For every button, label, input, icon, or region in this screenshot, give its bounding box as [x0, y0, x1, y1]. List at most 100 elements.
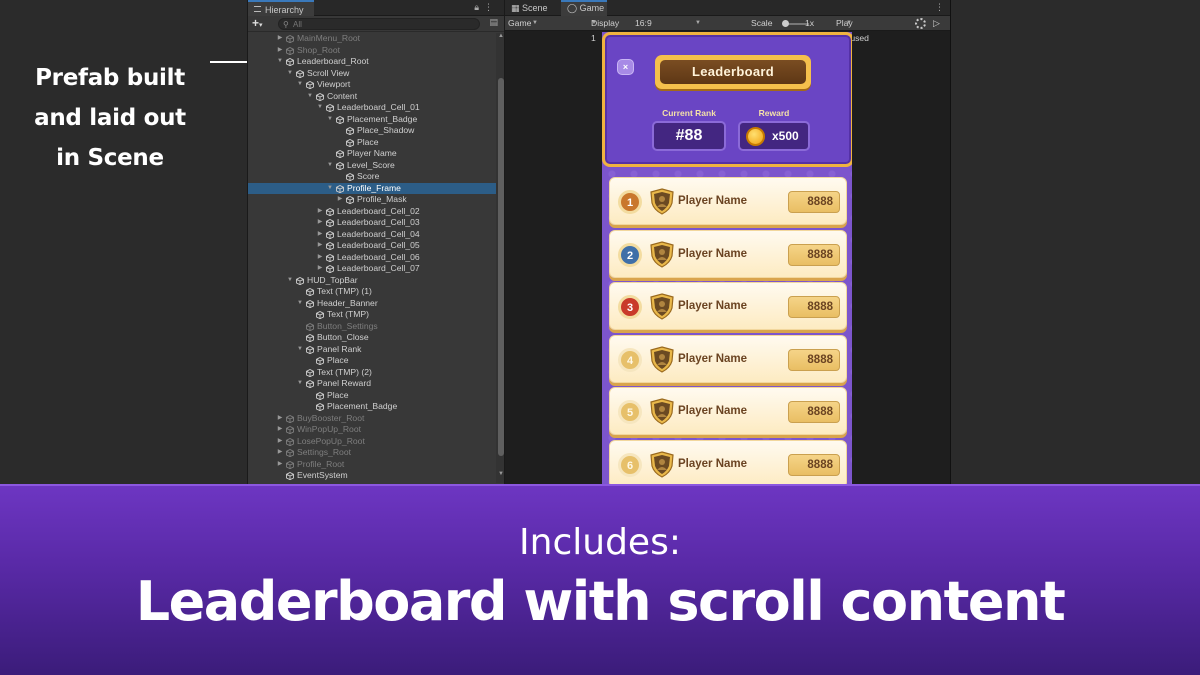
leaderboard-cell[interactable]: 6 Player Name 8888	[609, 439, 847, 484]
hierarchy-item[interactable]: ▼ Content	[248, 91, 496, 103]
hierarchy-item[interactable]: ▶ Leaderboard_Cell_03	[248, 217, 496, 229]
collapse-arrow-icon[interactable]: ▶	[316, 263, 324, 275]
collapse-arrow-icon[interactable]: ▶	[316, 252, 324, 264]
hierarchy-item[interactable]: Button_Settings	[248, 321, 496, 333]
hierarchy-item[interactable]: ▼ Panel Reward	[248, 378, 496, 390]
hierarchy-item[interactable]: ▶ MainMenu_Root	[248, 33, 496, 45]
expand-arrow-icon[interactable]: ▼	[296, 344, 304, 356]
expand-arrow-icon[interactable]: ▼	[296, 298, 304, 310]
collapse-arrow-icon[interactable]: ▶	[336, 194, 344, 206]
expand-arrow-icon[interactable]: ▼	[326, 160, 334, 172]
collapse-arrow-icon[interactable]: ▶	[276, 45, 284, 57]
collapse-arrow-icon[interactable]: ▶	[276, 447, 284, 459]
hierarchy-item[interactable]: Text (TMP)	[248, 309, 496, 321]
leaderboard-cell[interactable]: 2 Player Name 8888	[609, 229, 847, 278]
hierarchy-item[interactable]: Place	[248, 390, 496, 402]
close-button[interactable]: ×	[617, 59, 634, 75]
gameobject-cube-icon	[326, 242, 334, 250]
hierarchy-item-label: BuyBooster_Root	[297, 412, 365, 423]
leaderboard-cell[interactable]: 5 Player Name 8888	[609, 387, 847, 435]
hierarchy-item[interactable]: ▼ Leaderboard_Cell_01	[248, 102, 496, 114]
collapse-arrow-icon[interactable]: ▶	[316, 217, 324, 229]
scale-slider-handle[interactable]	[782, 20, 789, 27]
expand-arrow-icon[interactable]: ▼	[276, 56, 284, 68]
collapse-arrow-icon[interactable]: ▶	[276, 413, 284, 425]
scene-visibility-icon[interactable]: ▤	[489, 17, 498, 28]
hierarchy-item-label: Score	[357, 171, 380, 181]
hierarchy-item[interactable]: ▼ Viewport	[248, 79, 496, 91]
hierarchy-item[interactable]: ▶ Profile_Mask	[248, 194, 496, 206]
hierarchy-item[interactable]: Score	[248, 171, 496, 183]
hierarchy-item[interactable]: ▶ Leaderboard_Cell_02	[248, 206, 496, 218]
expand-arrow-icon[interactable]: ▼	[286, 68, 294, 80]
leaderboard-cell[interactable]: 1 Player Name 8888	[609, 177, 847, 225]
hierarchy-item[interactable]: ▼ Placement_Badge	[248, 114, 496, 126]
hierarchy-item-label: Text (TMP) (2)	[317, 366, 372, 377]
hierarchy-item[interactable]: ▶ Leaderboard_Cell_06	[248, 252, 496, 264]
add-object-button[interactable]: +▾	[252, 17, 263, 32]
expand-arrow-icon[interactable]: ▼	[316, 102, 324, 114]
hierarchy-item[interactable]: ▶ Leaderboard_Cell_07	[248, 263, 496, 275]
hierarchy-item[interactable]: ▼ Scroll View	[248, 68, 496, 80]
speaker-icon[interactable]: ▷	[933, 16, 940, 31]
collapse-arrow-icon[interactable]: ▶	[276, 424, 284, 436]
hierarchy-item[interactable]: ▶ Leaderboard_Cell_04	[248, 229, 496, 241]
hierarchy-item-label: Leaderboard_Cell_02	[337, 205, 420, 216]
tab-scene[interactable]: ▦ Scene	[505, 0, 561, 16]
gear-icon[interactable]	[915, 18, 926, 29]
collapse-arrow-icon[interactable]: ▶	[316, 206, 324, 218]
hierarchy-item[interactable]: Player Name	[248, 148, 496, 160]
expand-arrow-icon[interactable]: ▼	[296, 79, 304, 91]
leaderboard-cell[interactable]: 4 Player Name 8888	[609, 334, 847, 383]
hierarchy-search-input[interactable]: ⚲ All	[278, 18, 480, 30]
collapse-arrow-icon[interactable]: ▶	[276, 459, 284, 471]
hierarchy-item[interactable]: ▶ Leaderboard_Cell_05	[248, 240, 496, 252]
hierarchy-item[interactable]: Text (TMP) (1)	[248, 286, 496, 298]
expand-arrow-icon[interactable]: ▼	[286, 275, 294, 287]
hierarchy-item-label: Leaderboard_Cell_06	[337, 251, 420, 262]
collapse-arrow-icon[interactable]: ▶	[276, 33, 284, 45]
hierarchy-item[interactable]: Place	[248, 137, 496, 149]
hierarchy-item[interactable]: ▶ LosePopUp_Root	[248, 436, 496, 448]
hierarchy-item[interactable]: ▶ WinPopUp_Root	[248, 424, 496, 436]
hierarchy-item[interactable]: ▼ Profile_Frame	[248, 182, 496, 195]
expand-arrow-icon[interactable]: ▼	[326, 114, 334, 126]
expand-arrow-icon[interactable]: ▼	[296, 378, 304, 390]
collapse-arrow-icon[interactable]: ▶	[316, 240, 324, 252]
hierarchy-item[interactable]: ▼ Level_Score	[248, 160, 496, 172]
hierarchy-item-label: EventSystem	[297, 470, 348, 480]
scroll-up-icon[interactable]: ▲	[497, 33, 504, 39]
hierarchy-item[interactable]: ▶ BuyBooster_Root	[248, 413, 496, 425]
expand-arrow-icon[interactable]: ▼	[306, 91, 314, 103]
hierarchy-item[interactable]: ▼ Leaderboard_Root	[248, 56, 496, 68]
collapse-arrow-icon[interactable]: ▶	[276, 436, 284, 448]
hierarchy-item[interactable]: EventSystem	[248, 470, 496, 482]
expand-arrow-icon[interactable]: ▼	[326, 183, 334, 195]
collapse-arrow-icon[interactable]: ▶	[316, 229, 324, 241]
hierarchy-item[interactable]: Place	[248, 355, 496, 367]
hierarchy-item[interactable]: ▼ Panel Rank	[248, 344, 496, 356]
list-icon	[254, 6, 261, 12]
scroll-down-icon[interactable]: ▼	[497, 471, 504, 477]
kebab-menu-icon[interactable]: ⋮	[484, 2, 498, 12]
hierarchy-item[interactable]: ▶ Settings_Root	[248, 447, 496, 459]
hierarchy-item[interactable]: ▼ Header_Banner	[248, 298, 496, 310]
chevron-down-icon: ▼	[532, 20, 538, 26]
hierarchy-item[interactable]: Placement_Badge	[248, 401, 496, 413]
hierarchy-item[interactable]: ▶ Shop_Root	[248, 45, 496, 57]
hierarchy-item[interactable]: ▶ Profile_Root	[248, 459, 496, 471]
game-toolbar: Game ▼ Display 1 ▼ 16:9 Portrait ▼ Scale…	[505, 16, 950, 43]
leaderboard-cell[interactable]: 3 Player Name 8888	[609, 282, 847, 330]
hierarchy-item[interactable]: ▼ HUD_TopBar	[248, 275, 496, 287]
kebab-menu-icon[interactable]: ⋮	[935, 2, 944, 13]
hierarchy-scrollbar[interactable]: ▲ ▼	[496, 33, 504, 483]
gameobject-cube-icon	[286, 460, 294, 469]
tab-hierarchy[interactable]: Hierarchy	[248, 0, 314, 16]
level-score: 8888	[788, 348, 840, 371]
scrollbar-thumb[interactable]	[498, 78, 504, 456]
tab-game[interactable]: ◯ Game	[561, 0, 607, 16]
hierarchy-item[interactable]: Text (TMP) (2)	[248, 367, 496, 379]
hierarchy-item[interactable]: Button_Close	[248, 332, 496, 344]
lock-icon[interactable]: 🔒︎	[474, 2, 484, 12]
hierarchy-item[interactable]: Place_Shadow	[248, 125, 496, 137]
